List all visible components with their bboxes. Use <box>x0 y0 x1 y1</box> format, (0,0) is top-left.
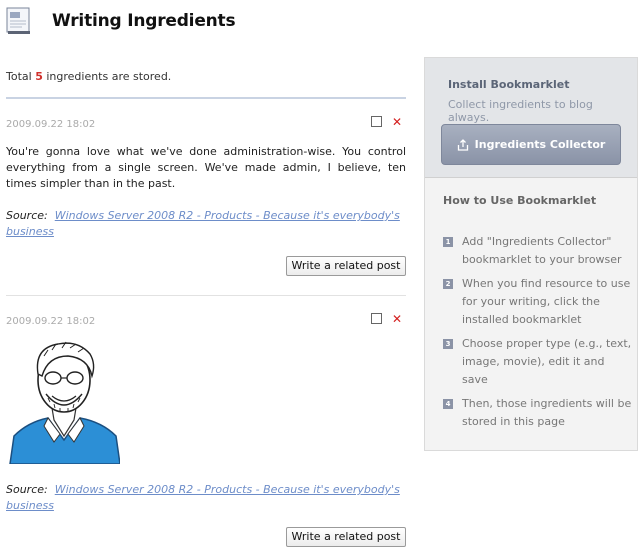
page-title: Writing Ingredients <box>52 11 236 31</box>
source-link[interactable]: Windows Server 2008 R2 - Products - Beca… <box>6 483 400 512</box>
select-checkbox[interactable] <box>371 313 382 324</box>
divider <box>6 295 406 296</box>
post-date: 2009.09.22 18:02 <box>6 119 96 130</box>
portrait-image <box>9 341 120 464</box>
post-source: Source: Windows Server 2008 R2 - Product… <box>6 209 400 238</box>
delete-icon[interactable]: ✕ <box>392 116 402 128</box>
step-number-icon: 4 <box>443 399 453 409</box>
write-related-post-button[interactable]: Write a related post <box>286 527 406 547</box>
step-number-icon: 3 <box>443 339 453 349</box>
post-text: You're gonna love what we've done admini… <box>6 145 406 190</box>
step-number-icon: 1 <box>443 237 453 247</box>
document-icon <box>6 7 30 34</box>
write-related-post-button[interactable]: Write a related post <box>286 256 406 276</box>
install-subtitle: Collect ingredients to blog always. <box>448 98 593 124</box>
ingredients-collector-button[interactable]: Ingredients Collector <box>441 124 621 165</box>
howto-steps: 1 Add "Ingredients Collector" bookmarklet… <box>443 233 633 437</box>
howto-step: 2 When you find resource to use for your … <box>443 275 633 329</box>
delete-icon[interactable]: ✕ <box>392 313 402 325</box>
divider <box>6 97 406 99</box>
bookmarklet-sidebar: Install Bookmarklet Collect ingredients … <box>424 57 638 451</box>
source-link[interactable]: Windows Server 2008 R2 - Products - Beca… <box>6 209 400 238</box>
ingredients-count: 5 <box>35 70 43 83</box>
howto-step: 3 Choose proper type (e.g., text, image, … <box>443 335 633 389</box>
export-icon <box>457 138 468 151</box>
ingredients-count-text: Total 5 ingredients are stored. <box>6 70 172 83</box>
post-date: 2009.09.22 18:02 <box>6 316 96 327</box>
step-number-icon: 2 <box>443 279 453 289</box>
howto-step: 1 Add "Ingredients Collector" bookmarklet… <box>443 233 633 269</box>
collector-button-label: Ingredients Collector <box>474 138 606 151</box>
install-title: Install Bookmarklet <box>448 78 570 91</box>
select-checkbox[interactable] <box>371 116 382 127</box>
post-source: Source: Windows Server 2008 R2 - Product… <box>6 483 400 512</box>
install-bookmarklet-panel: Install Bookmarklet Collect ingredients … <box>425 58 637 178</box>
howto-step: 4 Then, those ingredients will be stored … <box>443 395 633 431</box>
howto-title: How to Use Bookmarklet <box>443 194 597 207</box>
